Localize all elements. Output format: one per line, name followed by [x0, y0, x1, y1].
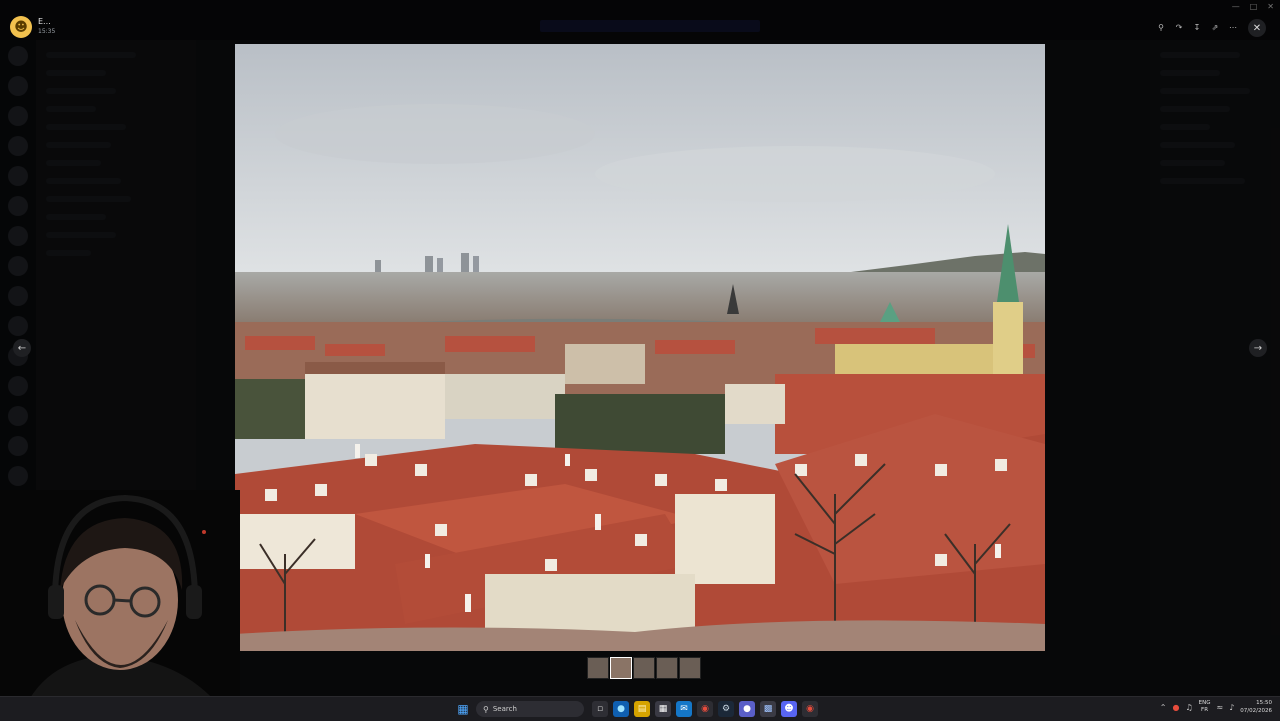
webcam-overlay [0, 490, 240, 720]
uploader-name: E... [38, 17, 51, 26]
discord-icon[interactable]: ☻ [781, 701, 797, 717]
thumbnail-strip [587, 657, 701, 679]
uploader-info: ☻ E... 15:35 [10, 16, 55, 38]
cityscape-photo [235, 44, 1045, 651]
store-icon[interactable]: ▦ [655, 701, 671, 717]
download-icon[interactable]: ↧ [1190, 20, 1204, 34]
thumbnail[interactable] [633, 657, 655, 679]
window-controls: — □ ✕ [1232, 2, 1274, 11]
search-icon: ⚲ [483, 704, 489, 714]
forward-icon[interactable]: ↷ [1172, 20, 1186, 34]
more-options-icon[interactable]: ⋯ [1226, 20, 1240, 34]
arrow-right-icon: → [1253, 342, 1263, 354]
input-language[interactable]: ENG FR [1199, 700, 1211, 714]
edge-icon[interactable]: ● [613, 701, 629, 717]
thumbnail[interactable] [587, 657, 609, 679]
windows-start-icon[interactable]: ▦ [456, 702, 470, 716]
close-icon: ✕ [1252, 22, 1262, 34]
teams-icon[interactable]: ● [739, 701, 755, 717]
taskbar-search-label: Search [492, 705, 517, 713]
thumbnail[interactable] [656, 657, 678, 679]
file-explorer-icon[interactable]: ▤ [634, 701, 650, 717]
viewed-photo[interactable] [235, 44, 1045, 651]
system-tray: ⌃ ● ♫ ENG FR ≈ ♪ 15:50 07/02/2026 [1160, 699, 1272, 715]
upload-time: 15:35 [38, 28, 56, 35]
previous-image-button[interactable]: ← [13, 339, 31, 357]
minimize-icon[interactable]: — [1232, 2, 1240, 11]
thumbnail-active[interactable] [610, 657, 632, 679]
recording-app-icon[interactable]: ◉ [802, 701, 818, 717]
zoom-icon[interactable]: ⚲ [1154, 20, 1168, 34]
close-viewer-button[interactable]: ✕ [1248, 19, 1266, 37]
maximize-icon[interactable]: □ [1250, 2, 1258, 11]
taskbar-apps: ▫ ● ▤ ▦ ✉ ◉ ⚙ ● ▩ ☻ ◉ [592, 701, 818, 717]
taskbar-search[interactable]: ⚲ Search [476, 701, 584, 717]
volume-icon[interactable]: ♪ [1229, 703, 1234, 712]
arrow-left-icon: ← [17, 342, 27, 354]
window-close-icon[interactable]: ✕ [1267, 2, 1274, 11]
thumbnail[interactable] [679, 657, 701, 679]
task-view-icon[interactable]: ▫ [592, 701, 608, 717]
avatar[interactable]: ☻ [10, 16, 32, 38]
mail-icon[interactable]: ✉ [676, 701, 692, 717]
steam-icon[interactable]: ⚙ [718, 701, 734, 717]
viewer-toolbar: ⚲ ↷ ↧ ⇗ ⋯ [1154, 20, 1240, 34]
keyboard-layout: FR [1201, 707, 1209, 713]
microphone-icon[interactable]: ♫ [1185, 703, 1192, 712]
next-image-button[interactable]: → [1249, 339, 1267, 357]
language-code: ENG [1198, 700, 1211, 706]
clock-date: 07/02/2026 [1240, 708, 1272, 714]
streamer-webcam-image [0, 490, 240, 720]
chrome-icon[interactable]: ◉ [697, 701, 713, 717]
system-clock[interactable]: 15:50 07/02/2026 [1240, 699, 1272, 715]
clock-time: 15:50 [1256, 700, 1272, 706]
app-icon[interactable]: ▩ [760, 701, 776, 717]
windows-taskbar: ▦ ⚲ Search ▫ ● ▤ ▦ ✉ ◉ ⚙ ● ▩ ☻ ◉ ⌃ ● ♫ E… [0, 696, 1280, 721]
wifi-icon[interactable]: ≈ [1216, 703, 1223, 712]
open-external-icon[interactable]: ⇗ [1208, 20, 1222, 34]
tray-app-icon[interactable]: ● [1172, 703, 1179, 712]
tray-overflow-icon[interactable]: ⌃ [1160, 703, 1167, 712]
